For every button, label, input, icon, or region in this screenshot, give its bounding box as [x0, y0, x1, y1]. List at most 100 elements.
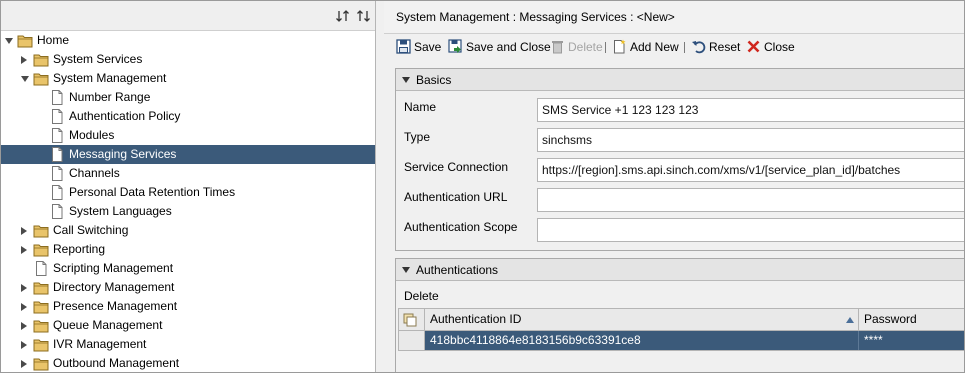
basics-section-header[interactable]: Basics — [396, 69, 964, 91]
tree-item-outbound-management[interactable]: Outbound Management — [1, 354, 375, 372]
toolbar-separator — [684, 42, 685, 53]
navigation-tree-panel: Home System Services System Management Numb… — [1, 1, 376, 372]
collapsed-toggle-icon[interactable] — [21, 227, 27, 235]
collapsed-toggle-icon[interactable] — [21, 284, 27, 292]
tree-item-presence-management[interactable]: Presence Management — [1, 297, 375, 316]
folder-icon — [33, 223, 49, 238]
collapsed-toggle-icon[interactable] — [21, 322, 27, 330]
tree-item-system-languages[interactable]: System Languages — [1, 202, 375, 221]
folder-icon — [33, 299, 49, 314]
document-icon — [49, 185, 65, 200]
tree-item-reporting[interactable]: Reporting — [1, 240, 375, 259]
document-icon — [49, 166, 65, 181]
type-label: Type — [404, 130, 431, 144]
collapsed-toggle-icon[interactable] — [21, 56, 27, 64]
document-icon — [33, 261, 49, 276]
tree-item-modules[interactable]: Modules — [1, 126, 375, 145]
toolbar-separator — [605, 42, 606, 53]
tree-item-queue-management[interactable]: Queue Management — [1, 316, 375, 335]
authentications-delete-button[interactable]: Delete — [404, 289, 439, 303]
column-header-authentication-id[interactable]: Authentication ID — [425, 309, 859, 330]
table-row[interactable]: 418bbc4118864e8183156b9c63391ce8 **** — [399, 331, 964, 350]
tree-item-label: Presence Management — [53, 299, 178, 313]
new-document-icon — [614, 39, 626, 54]
collapse-all-icon[interactable] — [335, 8, 351, 24]
select-all-cell[interactable] — [399, 309, 425, 330]
collapsed-toggle-icon[interactable] — [21, 246, 27, 254]
tree-item-number-range[interactable]: Number Range — [1, 88, 375, 107]
tree-item-label: Directory Management — [53, 280, 175, 294]
tree-item-label: Scripting Management — [53, 261, 174, 275]
document-icon — [49, 147, 65, 162]
password-cell[interactable]: **** — [859, 331, 964, 350]
tree-item-channels[interactable]: Channels — [1, 164, 375, 183]
tree-item-messaging-services[interactable]: Messaging Services — [1, 145, 375, 164]
expand-all-icon[interactable] — [356, 8, 372, 24]
tree-item-label: System Languages — [69, 204, 172, 218]
tree-item-scripting-management[interactable]: Scripting Management — [1, 259, 375, 278]
authentication-url-row: Authentication URL — [396, 184, 964, 214]
service-connection-row: Service Connection https://[region].sms.… — [396, 154, 964, 184]
action-toolbar: Save Save and Close Delete Add New Reset… — [390, 35, 964, 59]
folder-icon — [33, 52, 49, 67]
save-close-icon — [448, 39, 462, 53]
collapsed-toggle-icon[interactable] — [21, 303, 27, 311]
folder-icon — [33, 242, 49, 257]
tree-item-call-switching[interactable]: Call Switching — [1, 221, 375, 240]
tree-item-directory-management[interactable]: Directory Management — [1, 278, 375, 297]
table-header: Authentication ID Password — [399, 309, 964, 331]
document-icon — [49, 204, 65, 219]
tree-item-label: Personal Data Retention Times — [69, 185, 236, 199]
type-row: Type sinchsms — [396, 124, 964, 154]
folder-icon — [33, 71, 49, 86]
authentications-section-header[interactable]: Authentications — [396, 259, 964, 281]
name-field[interactable]: SMS Service +1 123 123 123 — [537, 98, 964, 122]
tree-item-label: Authentication Policy — [69, 109, 181, 123]
collapse-caret-icon — [402, 77, 410, 83]
authentications-title: Authentications — [416, 263, 499, 277]
tree-item-label: System Management — [53, 71, 167, 85]
tree-toolbar — [1, 1, 375, 31]
row-selector-cell[interactable] — [399, 331, 425, 350]
authentication-url-field[interactable] — [537, 188, 964, 212]
document-icon — [49, 90, 65, 105]
tree-item-system-management[interactable]: System Management — [1, 69, 375, 88]
collapsed-toggle-icon[interactable] — [21, 341, 27, 349]
basics-title: Basics — [416, 73, 452, 87]
expanded-toggle-icon[interactable] — [21, 76, 29, 82]
save-icon — [396, 39, 411, 54]
type-field[interactable]: sinchsms — [537, 128, 964, 152]
tree-item-label: Messaging Services — [69, 147, 177, 161]
document-icon — [49, 128, 65, 143]
tree-item-label: IVR Management — [53, 337, 147, 351]
service-connection-label: Service Connection — [404, 160, 509, 174]
sort-ascending-icon — [846, 317, 854, 323]
column-header-password[interactable]: Password — [859, 309, 964, 330]
page-title: System Management : Messaging Services :… — [384, 1, 964, 34]
trash-icon — [552, 41, 563, 54]
name-row: Name SMS Service +1 123 123 123 — [396, 94, 964, 124]
tree-item-ivr-management[interactable]: IVR Management — [1, 335, 375, 354]
tree-item-home[interactable]: Home — [1, 31, 375, 50]
tree-item-label: Queue Management — [53, 318, 163, 332]
select-all-icon — [403, 313, 417, 327]
close-icon — [747, 40, 760, 53]
detail-panel: System Management : Messaging Services :… — [384, 1, 964, 372]
authentications-table: Authentication ID Password 418bbc4118864… — [398, 308, 964, 351]
expanded-toggle-icon[interactable] — [5, 38, 13, 44]
collapsed-toggle-icon[interactable] — [21, 360, 27, 368]
tree-item-personal-data-retention-times[interactable]: Personal Data Retention Times — [1, 183, 375, 202]
authentication-scope-row: Authentication Scope — [396, 214, 964, 244]
folder-icon — [33, 356, 49, 371]
tree-item-label: Modules — [69, 128, 115, 142]
tree-item-label: Home — [37, 33, 70, 47]
tree-item-authentication-policy[interactable]: Authentication Policy — [1, 107, 375, 126]
tree-item-label: Channels — [69, 166, 120, 180]
name-label: Name — [404, 100, 437, 114]
tree-list: Home System Services System Management Numb… — [1, 31, 375, 372]
authentication-id-cell[interactable]: 418bbc4118864e8183156b9c63391ce8 — [425, 331, 859, 350]
tree-item-label: Outbound Management — [53, 356, 180, 370]
service-connection-field[interactable]: https://[region].sms.api.sinch.com/xms/v… — [537, 158, 964, 182]
tree-item-system-services[interactable]: System Services — [1, 50, 375, 69]
authentication-scope-field[interactable] — [537, 218, 964, 242]
